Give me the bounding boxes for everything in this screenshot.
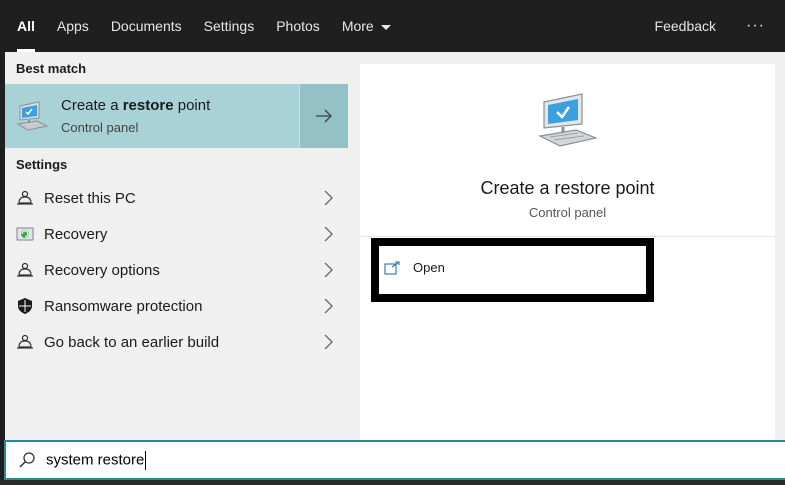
best-match-subtitle: Control panel: [61, 120, 139, 135]
preview-title: Create a restore point: [480, 178, 655, 198]
computer-icon: [5, 100, 61, 132]
open-icon: [384, 258, 404, 278]
preview-card: Create a restore point Control panel Ope…: [360, 64, 775, 440]
preview-subtitle: Control panel: [528, 205, 607, 220]
best-match-main[interactable]: Create a restore point Control panel: [5, 84, 299, 148]
taskbar-edge: [0, 480, 785, 485]
search-input[interactable]: system restore: [46, 450, 147, 470]
settings-item-reset-this-pc[interactable]: Reset this PC: [5, 180, 348, 216]
settings-item-label: Recovery options: [44, 261, 160, 279]
settings-heading: Settings: [16, 156, 68, 172]
more-options-button[interactable]: ···: [736, 0, 785, 52]
go-back-icon: [15, 332, 35, 352]
open-action-button[interactable]: Open: [371, 238, 654, 302]
settings-item-go-back-earlier-build[interactable]: Go back to an earlier build: [5, 324, 348, 360]
text-caret: [145, 450, 147, 470]
open-label: Open: [413, 260, 445, 275]
recovery-options-icon: [15, 260, 35, 280]
search-filter-tabs: All Apps Documents Settings Photos More …: [5, 0, 785, 52]
chevron-right-icon: [308, 262, 348, 278]
feedback-button[interactable]: Feedback: [645, 0, 736, 52]
results-pane: Best match Create a restore point Contro…: [5, 52, 348, 440]
tab-all[interactable]: All: [5, 0, 46, 52]
settings-item-recovery[interactable]: Recovery: [5, 216, 348, 252]
settings-item-label: Go back to an earlier build: [44, 333, 220, 351]
settings-item-ransomware-protection[interactable]: Ransomware protection: [5, 288, 348, 324]
shield-icon: [15, 296, 35, 316]
chevron-right-icon: [308, 226, 348, 242]
best-match-heading: Best match: [16, 60, 87, 76]
settings-item-recovery-options[interactable]: Recovery options: [5, 252, 348, 288]
settings-item-label: Recovery: [44, 225, 108, 243]
arrow-right-icon: [316, 109, 332, 123]
settings-item-label: Ransomware protection: [44, 297, 203, 315]
open-details-arrow-button[interactable]: [299, 84, 348, 148]
tab-more[interactable]: More: [331, 0, 402, 52]
chevron-right-icon: [308, 298, 348, 314]
tab-settings[interactable]: Settings: [193, 0, 266, 52]
settings-list: Reset this PC Recovery Recovery options …: [5, 180, 348, 360]
chevron-right-icon: [308, 190, 348, 206]
computer-icon: [538, 90, 600, 153]
best-match-title: Create a restore point: [61, 97, 211, 114]
recovery-icon: [15, 224, 35, 244]
chevron-right-icon: [308, 334, 348, 350]
search-icon: [12, 451, 42, 469]
best-match-result[interactable]: Create a restore point Control panel: [5, 84, 348, 148]
tab-photos[interactable]: Photos: [265, 0, 331, 52]
search-box[interactable]: system restore: [4, 440, 785, 480]
chevron-down-icon: [380, 24, 391, 30]
tab-documents[interactable]: Documents: [100, 0, 193, 52]
preview-pane: Create a restore point Control panel Ope…: [348, 52, 785, 440]
divider: [360, 236, 775, 237]
tab-apps[interactable]: Apps: [46, 0, 100, 52]
settings-heading-wrap: Settings: [5, 148, 348, 180]
reset-pc-icon: [15, 188, 35, 208]
settings-item-label: Reset this PC: [44, 189, 136, 207]
